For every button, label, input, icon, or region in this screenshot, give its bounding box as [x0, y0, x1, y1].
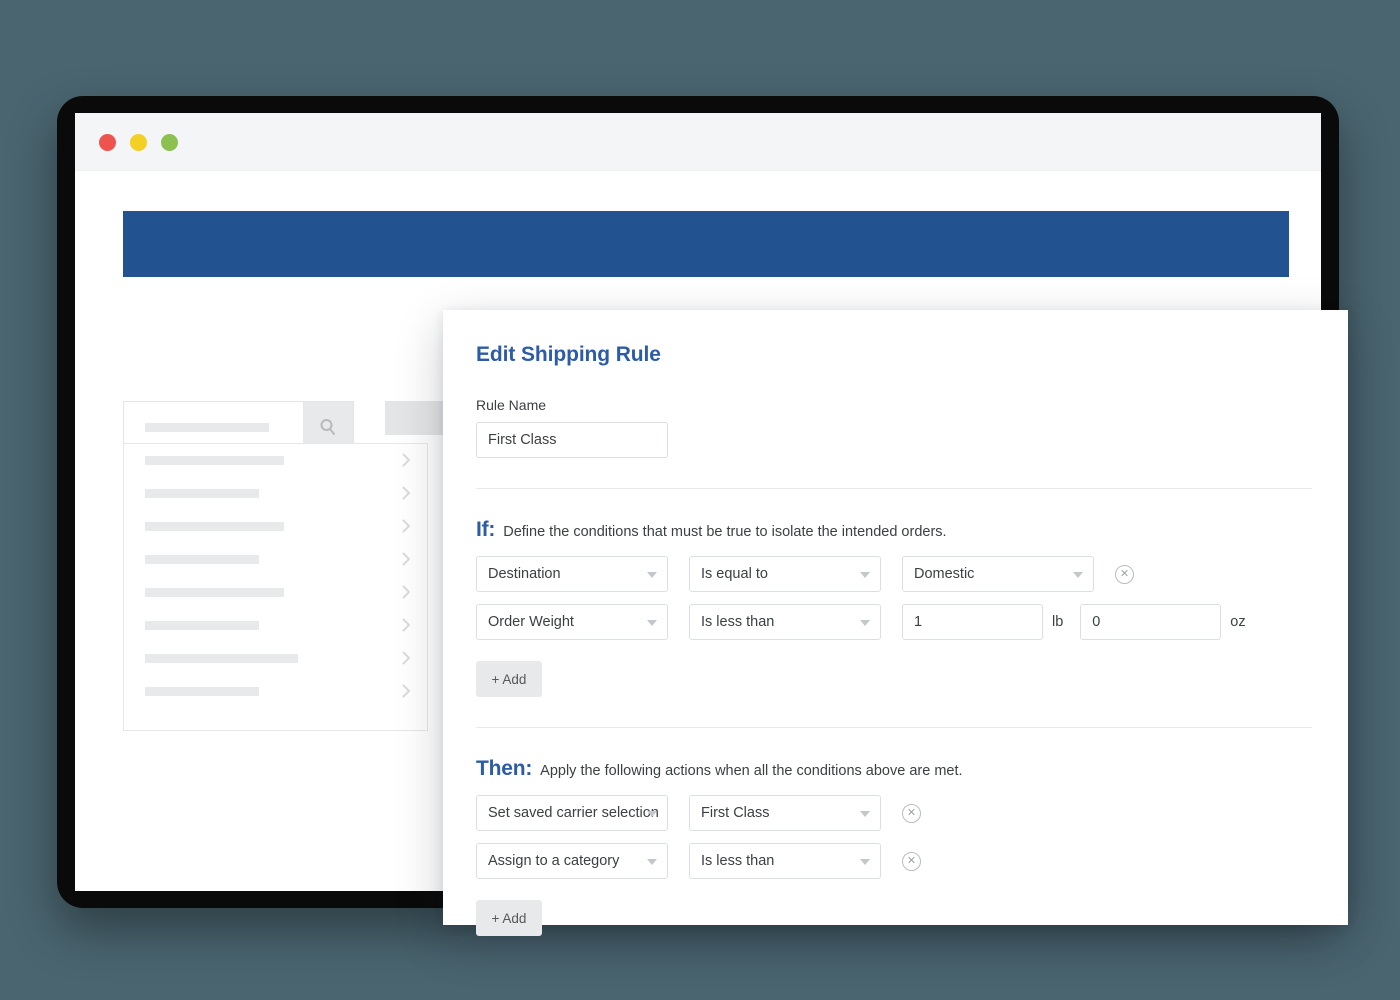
if-description: Define the conditions that must be true … — [503, 524, 946, 540]
rule-name-input[interactable] — [476, 422, 668, 458]
chevron-down-icon — [860, 572, 870, 578]
condition-operator-select[interactable]: Is equal to — [689, 556, 881, 592]
list-item-label-skeleton — [145, 654, 298, 663]
condition-value-text: Domestic — [914, 566, 974, 582]
chevron-right-icon — [402, 618, 411, 632]
search-icon — [318, 417, 338, 437]
add-action-button[interactable]: + Add — [476, 900, 542, 936]
page-title: Edit Shipping Rule — [476, 343, 1312, 367]
app-hero-banner — [123, 211, 1289, 277]
chevron-right-icon — [402, 486, 411, 500]
close-circle-icon[interactable]: ✕ — [902, 804, 921, 823]
list-item[interactable] — [124, 675, 427, 708]
action-type-select[interactable]: Assign to a category — [476, 843, 668, 879]
action-type-select[interactable]: Set saved carrier selection — [476, 795, 668, 831]
unit-label-lb: lb — [1052, 614, 1063, 630]
action-value-text: First Class — [701, 805, 769, 821]
action-type-value: Set saved carrier selection — [488, 805, 659, 821]
chevron-right-icon — [402, 651, 411, 665]
list-item[interactable] — [124, 642, 427, 675]
list-item-label-skeleton — [145, 522, 284, 531]
list-item-label-skeleton — [145, 621, 259, 630]
condition-operator-value: Is less than — [701, 614, 774, 630]
condition-operator-value: Is equal to — [701, 566, 768, 582]
add-condition-button[interactable]: + Add — [476, 661, 542, 697]
list-item-label-skeleton — [145, 687, 259, 696]
rule-name-label: Rule Name — [476, 397, 1312, 413]
condition-weight-oz-input[interactable] — [1080, 604, 1221, 640]
close-circle-icon[interactable]: ✕ — [1115, 565, 1134, 584]
then-section-header: Then: Apply the following actions when a… — [476, 757, 1312, 781]
action-value-select[interactable]: Is less than — [689, 843, 881, 879]
list-item-label-skeleton — [145, 555, 259, 564]
unit-label-oz: oz — [1230, 614, 1245, 630]
condition-row: Destination Is equal to Domestic ✕ — [476, 556, 1312, 592]
condition-field-select[interactable]: Order Weight — [476, 604, 668, 640]
action-type-value: Assign to a category — [488, 853, 619, 869]
rules-list-panel — [123, 443, 428, 731]
action-row: Set saved carrier selection First Class … — [476, 795, 1312, 831]
chevron-right-icon — [402, 552, 411, 566]
section-divider-1 — [476, 488, 1312, 489]
chevron-right-icon — [402, 519, 411, 533]
if-keyword: If: — [476, 518, 495, 542]
chevron-right-icon — [402, 453, 411, 467]
chevron-down-icon — [1073, 572, 1083, 578]
condition-weight-lb-input[interactable] — [902, 604, 1043, 640]
chevron-down-icon — [860, 620, 870, 626]
close-window-button[interactable] — [99, 134, 116, 151]
if-section-header: If: Define the conditions that must be t… — [476, 518, 1312, 542]
chevron-down-icon — [647, 572, 657, 578]
chevron-down-icon — [860, 859, 870, 865]
list-item[interactable] — [124, 444, 427, 477]
action-value-text: Is less than — [701, 853, 774, 869]
condition-row: Order Weight Is less than lb oz — [476, 604, 1312, 640]
then-description: Apply the following actions when all the… — [540, 763, 962, 779]
list-item[interactable] — [124, 510, 427, 543]
condition-field-value: Destination — [488, 566, 561, 582]
section-divider-2 — [476, 727, 1312, 728]
chevron-right-icon — [402, 684, 411, 698]
list-item[interactable] — [124, 477, 427, 510]
list-item-label-skeleton — [145, 588, 284, 597]
chevron-right-icon — [402, 585, 411, 599]
condition-operator-select[interactable]: Is less than — [689, 604, 881, 640]
traffic-light-group — [99, 134, 178, 151]
list-item[interactable] — [124, 543, 427, 576]
then-keyword: Then: — [476, 757, 532, 781]
condition-field-select[interactable]: Destination — [476, 556, 668, 592]
window-titlebar — [75, 113, 1321, 171]
chevron-down-icon — [647, 811, 657, 817]
condition-value-select[interactable]: Domestic — [902, 556, 1094, 592]
chevron-down-icon — [647, 859, 657, 865]
zoom-window-button[interactable] — [161, 134, 178, 151]
edit-shipping-rule-dialog: Edit Shipping Rule Rule Name If: Define … — [443, 310, 1348, 925]
action-row: Assign to a category Is less than ✕ — [476, 843, 1312, 879]
search-placeholder-skeleton — [145, 423, 269, 432]
list-item-label-skeleton — [145, 489, 259, 498]
condition-field-value: Order Weight — [488, 614, 574, 630]
chevron-down-icon — [860, 811, 870, 817]
list-item-label-skeleton — [145, 456, 284, 465]
minimize-window-button[interactable] — [130, 134, 147, 151]
list-item[interactable] — [124, 576, 427, 609]
chevron-down-icon — [647, 620, 657, 626]
action-value-select[interactable]: First Class — [689, 795, 881, 831]
list-item[interactable] — [124, 609, 427, 642]
close-circle-icon[interactable]: ✕ — [902, 852, 921, 871]
